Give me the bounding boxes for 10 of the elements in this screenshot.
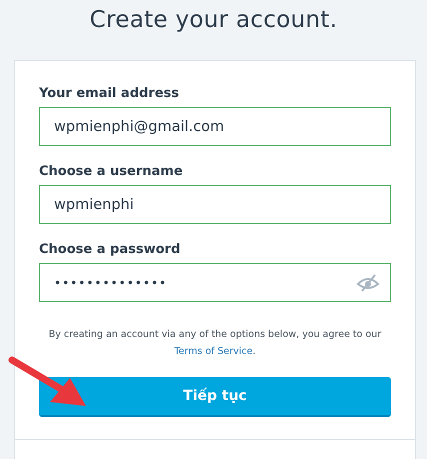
page-title: Create your account. [88,6,338,35]
field-label: Choose a password [39,242,182,257]
input-field[interactable]: wpmienphi@gmail.com [39,107,391,146]
terms-link[interactable]: Terms of Service [174,346,253,357]
field-label: Choose a username [39,164,184,179]
terms-text: By creating an account via any of the options below, you agree to our Terms of Service. [48,328,382,359]
eye-slash-icon[interactable] [356,274,380,292]
input-field[interactable]: wpmienphi [39,185,391,224]
password-field[interactable]: •••••••••••••• [39,263,391,302]
field-label: Your email address [39,86,180,101]
